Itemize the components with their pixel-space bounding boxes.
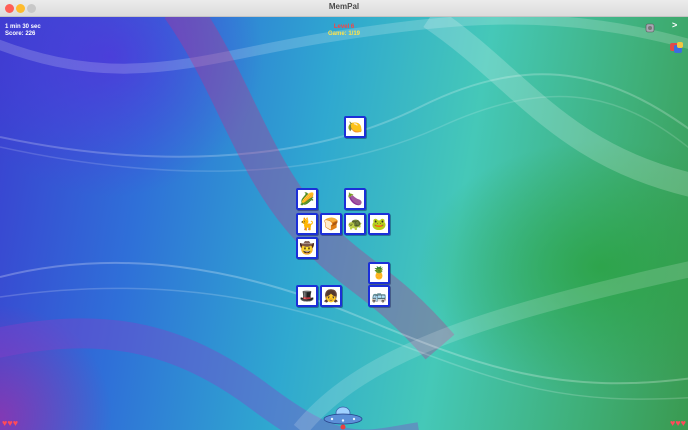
lives-left: ♥♥♥ <box>2 418 19 428</box>
tile-glyph: 🎩 <box>299 289 315 303</box>
speaker-icon[interactable] <box>645 21 655 39</box>
window-title: MemPal <box>328 2 360 11</box>
tile-cowboy[interactable]: 🤠 <box>296 237 318 259</box>
tile-glyph: 🤠 <box>299 241 315 255</box>
ufo-icon[interactable] <box>322 404 364 430</box>
tile-cat[interactable]: 🐈 <box>296 213 318 235</box>
tile-eggplant[interactable]: 🍆 <box>344 188 366 210</box>
tile-glyph: 👧 <box>323 289 339 303</box>
game-board: 1 min 30 sec Score: 226 Level 6 Game: 1/… <box>0 17 688 430</box>
tile-frog[interactable]: 🐸 <box>368 213 390 235</box>
title-bar[interactable]: MemPal <box>0 0 688 17</box>
tile-glyph: 🌽 <box>299 192 315 206</box>
tile-turtle[interactable]: 🐢 <box>344 213 366 235</box>
tile-glyph: 🐈 <box>299 217 315 231</box>
level-text: Level 6 <box>333 24 355 30</box>
level-panel: Level 6 Game: 1/19 <box>0 24 688 38</box>
game-progress-text: Game: 1/19 <box>327 31 361 37</box>
tile-glyph: 🍍 <box>371 266 387 280</box>
tile-bus[interactable]: 🚌 <box>368 285 390 307</box>
color-palette-icon[interactable] <box>669 41 685 60</box>
tile-girl[interactable]: 👧 <box>320 285 342 307</box>
lives-right: ♥♥♥ <box>669 418 686 428</box>
app-window: MemPal 1 min 30 sec Score: 226 Level 6 G… <box>0 0 688 430</box>
next-button[interactable]: > <box>672 20 677 30</box>
tile-glyph: 🍞 <box>323 217 339 231</box>
tile-pineapple[interactable]: 🍍 <box>368 262 390 284</box>
tile-glyph: 🍆 <box>347 192 363 206</box>
tile-bread[interactable]: 🍞 <box>320 213 342 235</box>
tile-corn[interactable]: 🌽 <box>296 188 318 210</box>
tile-glyph: 🍋 <box>347 120 363 134</box>
tile-man-hat[interactable]: 🎩 <box>296 285 318 307</box>
tile-glyph: 🚌 <box>371 289 387 303</box>
tile-glyph: 🐸 <box>371 217 387 231</box>
tile-lemon-face[interactable]: 🍋 <box>344 116 366 138</box>
tile-glyph: 🐢 <box>347 217 363 231</box>
